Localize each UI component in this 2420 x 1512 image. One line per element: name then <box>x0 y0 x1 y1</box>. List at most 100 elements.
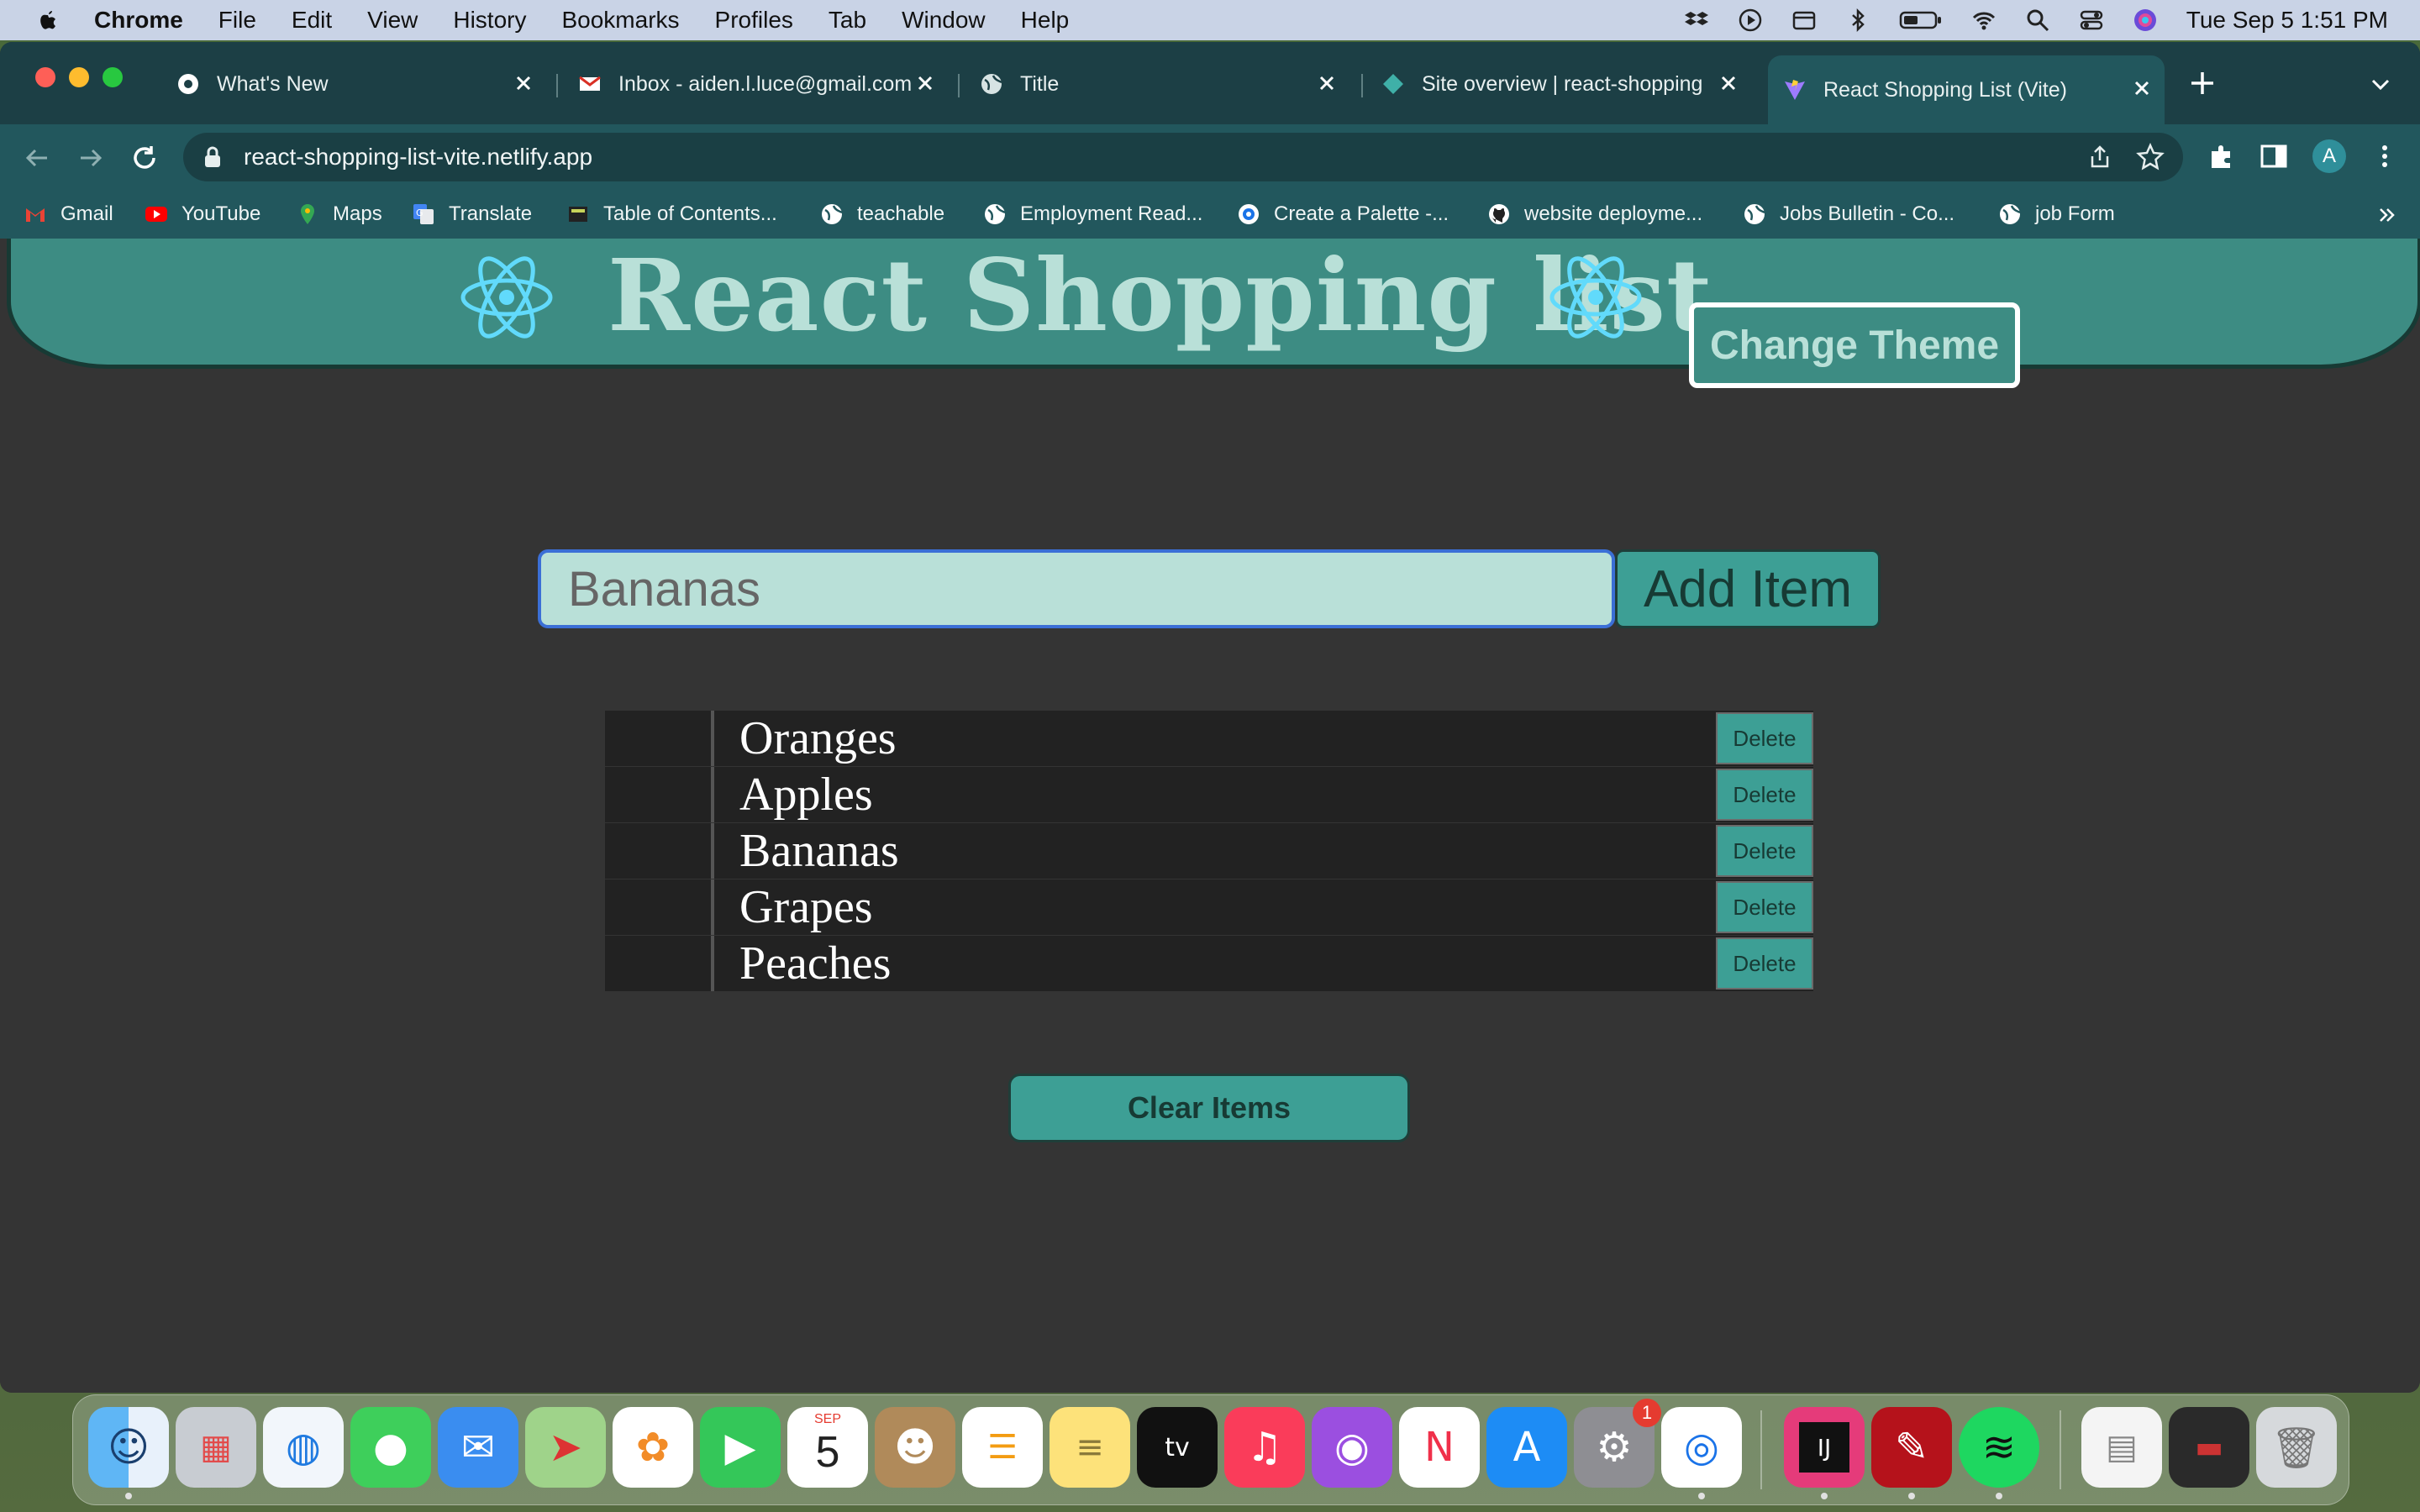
bookmark-label: Table of Contents... <box>603 202 777 225</box>
zoom-window-button[interactable] <box>103 67 123 87</box>
bookmark-translate[interactable]: G Translate <box>412 200 532 228</box>
close-tab-icon[interactable] <box>511 71 536 96</box>
item-input[interactable] <box>538 549 1615 628</box>
bookmark-create-palette[interactable]: Create a Palette -... <box>1237 200 1449 228</box>
menu-tab[interactable]: Tab <box>829 7 866 34</box>
bookmark-gmail[interactable]: Gmail <box>24 200 113 228</box>
bookmark-employment[interactable]: Employment Read... <box>983 200 1202 228</box>
bookmark-label: YouTube <box>182 202 261 225</box>
delete-button[interactable]: Delete <box>1716 769 1813 821</box>
bookmark-star-icon[interactable] <box>2136 143 2165 171</box>
extensions-icon[interactable] <box>2207 141 2237 171</box>
calendar-widget-icon[interactable] <box>1791 8 1817 33</box>
palette-icon <box>1239 204 1259 224</box>
menu-profiles[interactable]: Profiles <box>715 7 793 34</box>
calendar-icon[interactable]: SEP 5 <box>787 1407 868 1488</box>
music-icon[interactable]: ♫ <box>1224 1407 1305 1488</box>
apple-tv-icon[interactable]: tv <box>1137 1407 1218 1488</box>
tab-search-chevron-icon[interactable] <box>2368 72 2393 97</box>
delete-button[interactable]: Delete <box>1716 881 1813 933</box>
spotlight-search-icon[interactable] <box>2025 8 2050 33</box>
reminders-icon[interactable]: ☰ <box>962 1407 1043 1488</box>
more-bookmarks-icon[interactable] <box>2375 203 2398 227</box>
menu-app-name[interactable]: Chrome <box>94 7 183 34</box>
bookmark-teachable[interactable]: teachable <box>820 200 944 228</box>
control-center-icon[interactable] <box>2079 8 2104 33</box>
address-bar[interactable]: react-shopping-list-vite.netlify.app <box>183 133 2183 181</box>
contacts-icon[interactable]: ☻ <box>875 1407 955 1488</box>
tab-whats-new[interactable]: What's New <box>176 60 546 108</box>
spotify-icon[interactable]: ≋ <box>1959 1407 2039 1488</box>
tab-title: Inbox - aiden.l.luce@gmail.com <box>618 71 913 96</box>
forward-icon[interactable] <box>74 141 108 175</box>
facetime-icon[interactable]: ▶ <box>700 1407 781 1488</box>
intellij-icon[interactable]: IJ <box>1784 1407 1865 1488</box>
chrome-menu-icon[interactable] <box>2370 141 2400 171</box>
side-panel-icon[interactable] <box>2259 141 2289 171</box>
downloads-stack-icon[interactable]: ▬ <box>2169 1407 2249 1488</box>
lock-icon[interactable] <box>203 146 222 168</box>
bookmark-job-form[interactable]: job Form <box>1998 200 2115 228</box>
bookmark-youtube[interactable]: YouTube <box>145 200 260 228</box>
menu-window[interactable]: Window <box>902 7 986 34</box>
delete-button[interactable]: Delete <box>1716 712 1813 764</box>
change-theme-button[interactable]: Change Theme <box>1689 302 2020 388</box>
back-icon[interactable] <box>20 141 54 175</box>
clear-items-button[interactable]: Clear Items <box>1008 1074 1410 1142</box>
menu-view[interactable]: View <box>367 7 418 34</box>
app-store-icon[interactable]: A <box>1486 1407 1567 1488</box>
dropbox-icon[interactable] <box>1684 8 1709 33</box>
maps-app-icon[interactable]: ➤ <box>525 1407 606 1488</box>
bookmarks-bar: Gmail YouTube Maps G Translate Table of … <box>0 190 2420 239</box>
news-icon[interactable]: N <box>1399 1407 1480 1488</box>
address-url[interactable]: react-shopping-list-vite.netlify.app <box>244 144 592 171</box>
minimize-window-button[interactable] <box>69 67 89 87</box>
photos-icon[interactable]: ✿ <box>613 1407 693 1488</box>
close-tab-icon[interactable] <box>2129 76 2154 101</box>
wifi-icon[interactable] <box>1971 8 1996 33</box>
close-tab-icon[interactable] <box>1314 71 1339 96</box>
share-icon[interactable] <box>2087 144 2112 170</box>
siri-icon[interactable] <box>2133 8 2158 33</box>
tab-gmail-inbox[interactable]: Inbox - aiden.l.luce@gmail.com <box>578 60 948 108</box>
delete-button[interactable]: Delete <box>1716 937 1813 990</box>
bookmark-jobs-bulletin[interactable]: Jobs Bulletin - Co... <box>1743 200 1954 228</box>
netlify-icon <box>1383 74 1403 94</box>
menu-history[interactable]: History <box>453 7 526 34</box>
trash-icon[interactable]: 🗑 <box>2256 1407 2337 1488</box>
close-window-button[interactable] <box>35 67 55 87</box>
tab-title-page[interactable]: Title <box>980 60 1349 108</box>
safari-icon[interactable]: ◍ <box>263 1407 344 1488</box>
system-settings-icon[interactable]: ⚙ 1 <box>1574 1399 1661 1488</box>
close-tab-icon[interactable] <box>913 71 938 96</box>
bluetooth-icon[interactable] <box>1845 8 1870 33</box>
mail-icon[interactable]: ✉ <box>438 1407 518 1488</box>
document-stack-icon[interactable]: ▤ <box>2081 1407 2162 1488</box>
bookmark-maps[interactable]: Maps <box>296 200 382 228</box>
bookmark-website-deployment[interactable]: website deployme... <box>1487 200 1702 228</box>
menu-file[interactable]: File <box>218 7 256 34</box>
reload-icon[interactable] <box>128 141 161 175</box>
podcasts-icon[interactable]: ◉ <box>1312 1407 1392 1488</box>
messages-icon[interactable]: ● <box>350 1407 431 1488</box>
close-tab-icon[interactable] <box>1716 71 1741 96</box>
play-icon[interactable] <box>1738 8 1763 33</box>
tab-react-shopping-list[interactable]: React Shopping List (Vite) <box>1768 55 2165 124</box>
bookmark-table-of-contents[interactable]: Table of Contents... <box>566 200 777 228</box>
profile-avatar[interactable]: A <box>2312 139 2346 173</box>
menu-edit[interactable]: Edit <box>292 7 332 34</box>
launchpad-icon[interactable]: ▦ <box>176 1407 256 1488</box>
chrome-app-icon[interactable]: ◎ <box>1661 1407 1742 1488</box>
apple-icon[interactable] <box>35 8 60 33</box>
finder-icon[interactable]: ☺ <box>88 1407 169 1488</box>
menubar-clock[interactable]: Tue Sep 5 1:51 PM <box>2186 7 2388 34</box>
add-item-button[interactable]: Add Item <box>1615 549 1881 628</box>
new-tab-icon[interactable] <box>2188 69 2217 97</box>
battery-icon[interactable] <box>1899 8 1943 33</box>
tab-netlify-overview[interactable]: Site overview | react-shopping <box>1381 60 1751 108</box>
notes-icon[interactable]: ≡ <box>1050 1407 1130 1488</box>
delete-button[interactable]: Delete <box>1716 825 1813 877</box>
menu-bookmarks[interactable]: Bookmarks <box>561 7 679 34</box>
menu-help[interactable]: Help <box>1021 7 1070 34</box>
acrobat-icon[interactable]: ✎ <box>1871 1407 1952 1488</box>
